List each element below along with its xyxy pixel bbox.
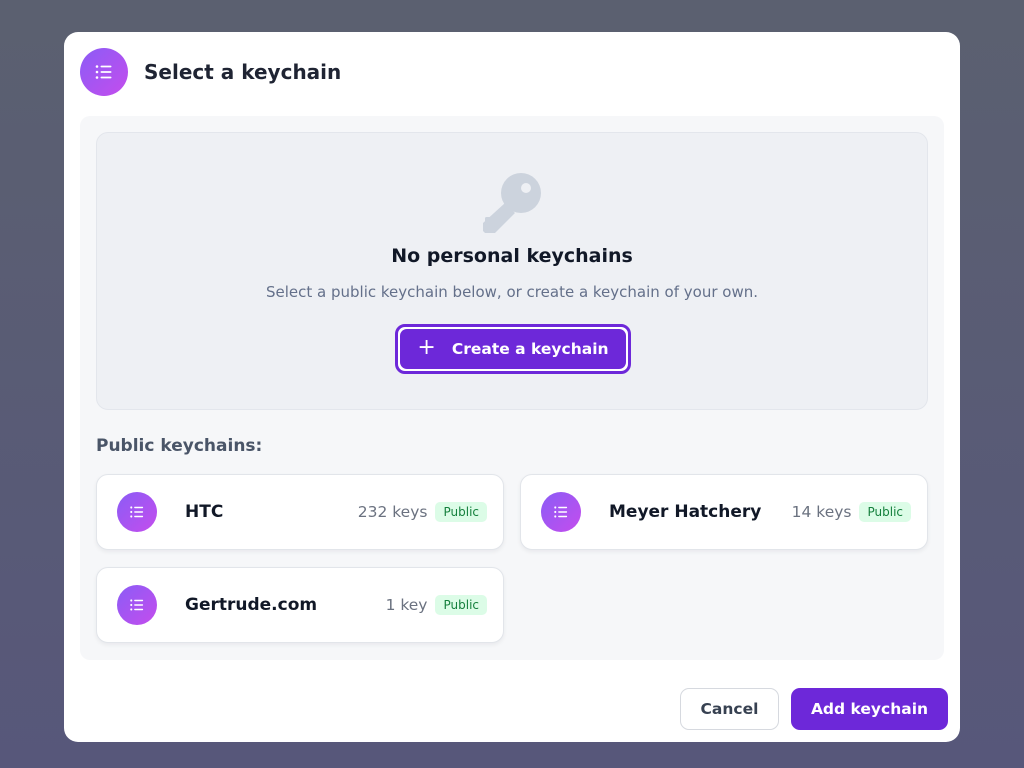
empty-state-subtitle: Select a public keychain below, or creat…: [266, 283, 758, 301]
key-count: 1 key: [385, 596, 428, 614]
public-badge: Public: [859, 502, 911, 522]
create-keychain-button[interactable]: + Create a keychain: [395, 324, 631, 374]
empty-state-title: No personal keychains: [391, 245, 633, 267]
add-keychain-button[interactable]: Add keychain: [791, 688, 948, 730]
key-icon: [483, 173, 541, 233]
dialog-header: Select a keychain: [80, 48, 341, 96]
empty-state-panel: No personal keychains Select a public ke…: [96, 132, 928, 410]
dialog-title: Select a keychain: [144, 60, 342, 84]
keychain-card-htc[interactable]: HTC 232 keys Public: [96, 474, 504, 550]
key-count: 232 keys: [357, 503, 428, 521]
dialog-body: No personal keychains Select a public ke…: [80, 116, 944, 660]
public-badge: Public: [435, 502, 487, 522]
keychain-name: Gertrude.com: [185, 595, 318, 615]
select-keychain-dialog: Select a keychain No personal keychains …: [64, 32, 960, 742]
key-count: 14 keys: [791, 503, 852, 521]
list-icon: [80, 48, 128, 96]
list-icon: [541, 492, 581, 532]
public-keychains-label: Public keychains:: [96, 436, 263, 456]
dialog-footer: Cancel Add keychain: [64, 676, 960, 742]
list-icon: [117, 492, 157, 532]
keychain-name: Meyer Hatchery: [609, 502, 762, 522]
plus-icon: +: [417, 334, 436, 360]
list-icon: [117, 585, 157, 625]
cancel-button[interactable]: Cancel: [680, 688, 779, 730]
keychain-card-gertrude[interactable]: Gertrude.com 1 key Public: [96, 567, 504, 643]
keychain-name: HTC: [185, 502, 224, 522]
public-badge: Public: [435, 595, 487, 615]
create-keychain-label: Create a keychain: [451, 340, 609, 358]
keychain-card-meyer-hatchery[interactable]: Meyer Hatchery 14 keys Public: [520, 474, 928, 550]
